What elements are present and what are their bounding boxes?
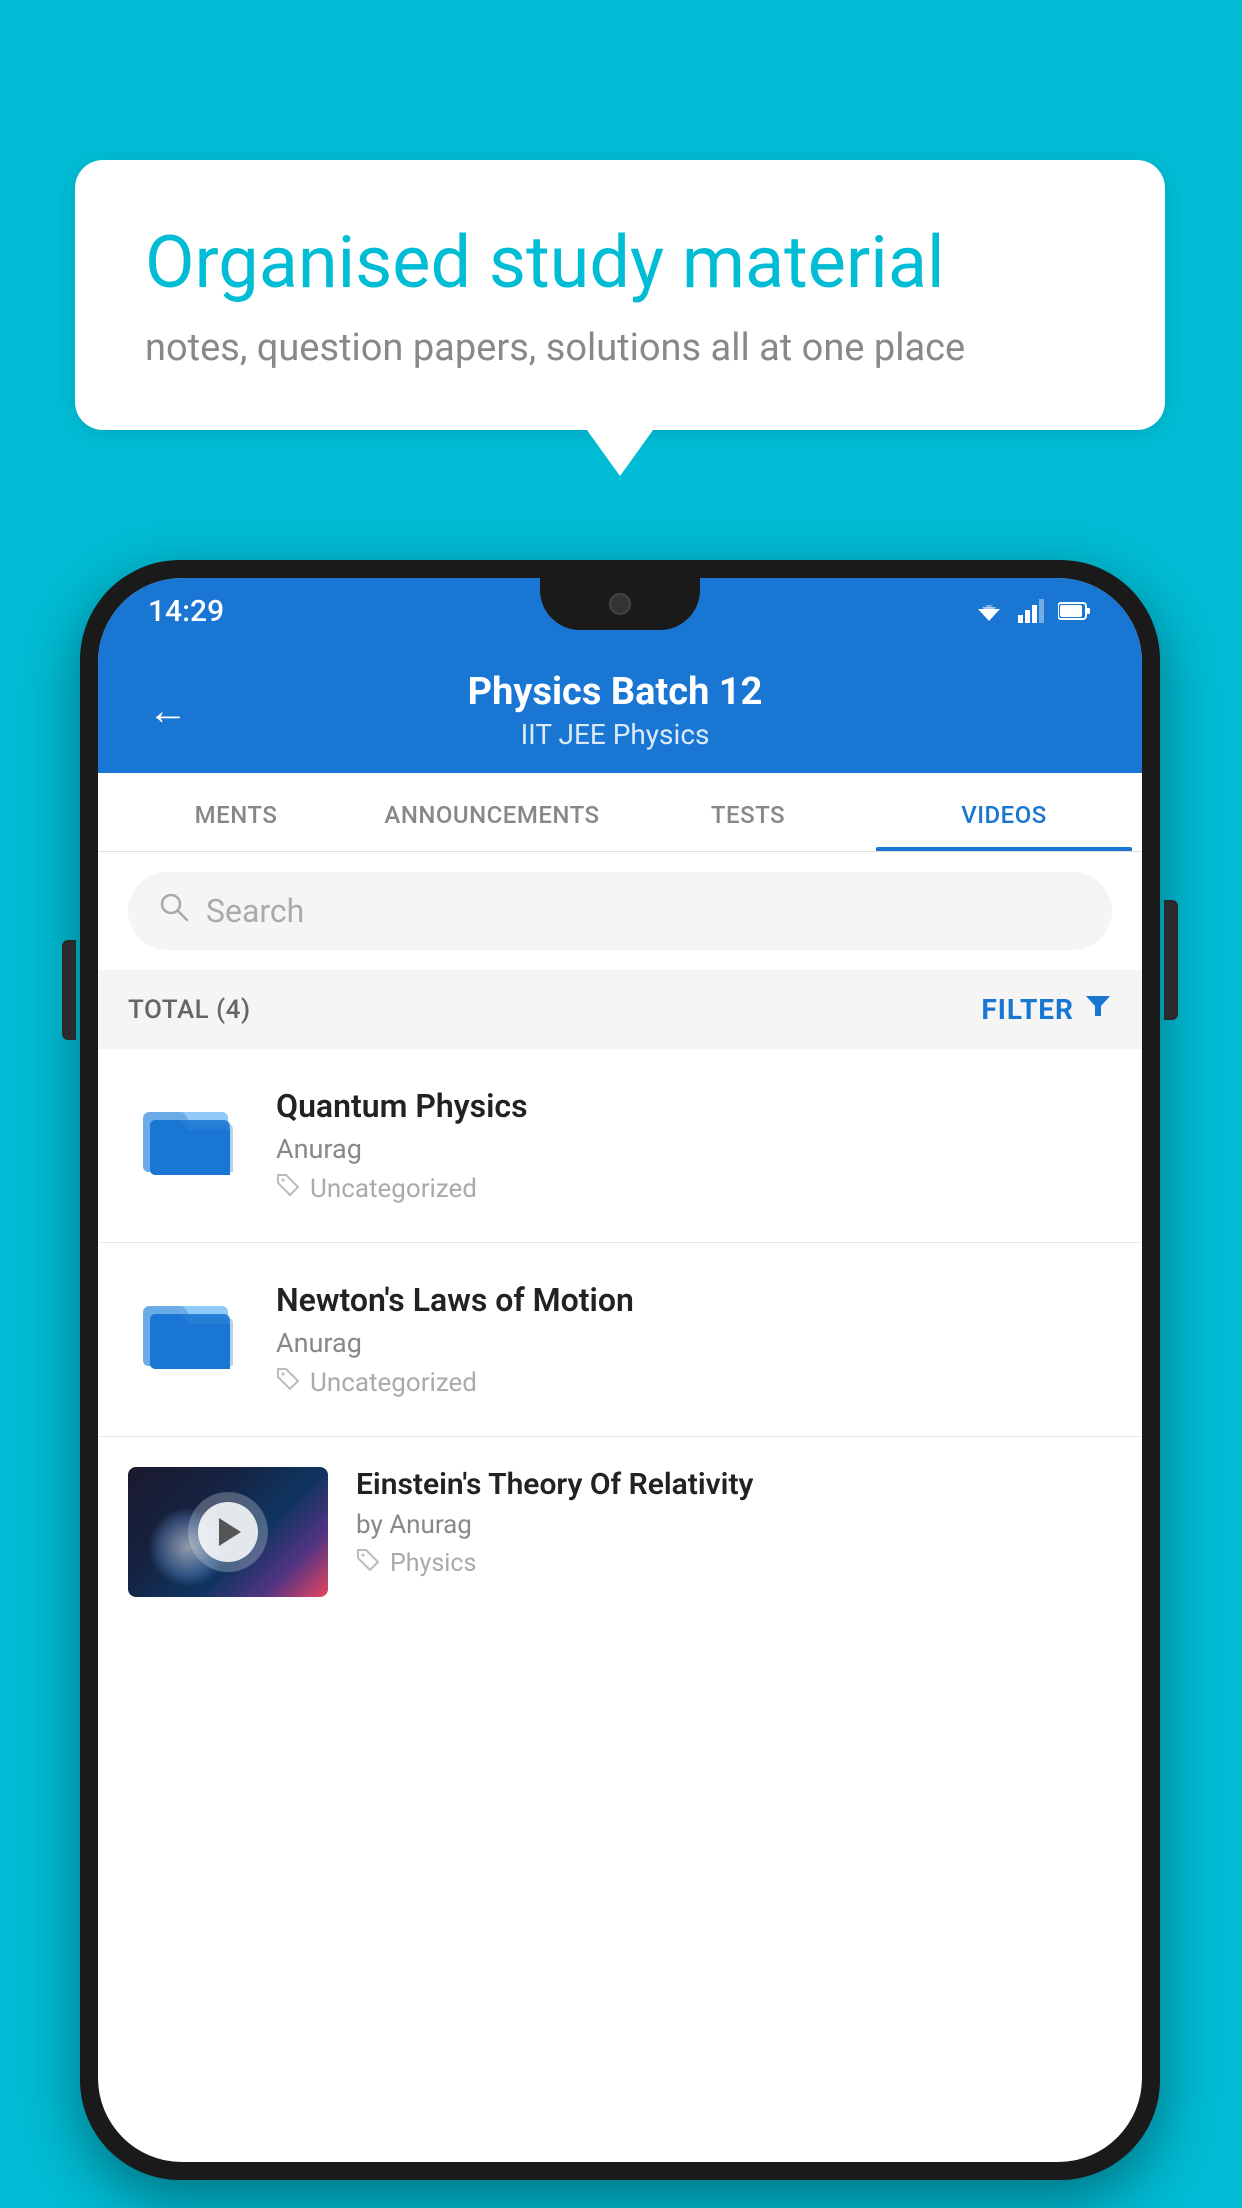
filter-bar: TOTAL (4) FILTER xyxy=(98,970,1142,1049)
item-tag-text: Uncategorized xyxy=(310,1368,477,1398)
tag-icon xyxy=(356,1548,380,1579)
tab-announcements[interactable]: ANNOUNCEMENTS xyxy=(364,773,620,851)
list-item[interactable]: Quantum Physics Anurag Uncategorized xyxy=(98,1049,1142,1243)
item-title: Einstein's Theory Of Relativity xyxy=(356,1467,1112,1502)
filter-button[interactable]: FILTER xyxy=(981,992,1112,1027)
filter-label: FILTER xyxy=(981,993,1074,1026)
item-thumbnail xyxy=(128,1281,248,1381)
play-triangle-icon xyxy=(219,1518,241,1546)
video-list: Quantum Physics Anurag Uncategorized xyxy=(98,1049,1142,1627)
bubble-subtitle: notes, question papers, solutions all at… xyxy=(145,326,1095,370)
item-author: Anurag xyxy=(276,1133,1112,1165)
phone-mockup: 14:29 xyxy=(80,560,1160,2180)
back-button[interactable]: ← xyxy=(148,687,188,734)
tab-ments[interactable]: MENTS xyxy=(108,773,364,851)
search-bar[interactable]: Search xyxy=(128,872,1112,950)
total-count: TOTAL (4) xyxy=(128,995,251,1025)
status-time: 14:29 xyxy=(148,594,224,629)
item-info: Newton's Laws of Motion Anurag Uncategor… xyxy=(276,1281,1112,1398)
item-info: Einstein's Theory Of Relativity by Anura… xyxy=(356,1467,1112,1579)
item-tag: Uncategorized xyxy=(276,1367,1112,1398)
folder-icon xyxy=(138,1090,238,1184)
speech-bubble-container: Organised study material notes, question… xyxy=(75,160,1165,430)
app-bar-title: Physics Batch 12 xyxy=(218,670,1012,714)
search-icon xyxy=(158,890,190,932)
wifi-icon xyxy=(974,599,1004,623)
bubble-title: Organised study material xyxy=(145,220,1095,306)
tabs-bar: MENTS ANNOUNCEMENTS TESTS VIDEOS xyxy=(98,773,1142,852)
phone-notch xyxy=(540,578,700,630)
list-item[interactable]: Newton's Laws of Motion Anurag Uncategor… xyxy=(98,1243,1142,1437)
camera-dot xyxy=(609,593,631,615)
filter-funnel-icon xyxy=(1084,992,1112,1027)
item-info: Quantum Physics Anurag Uncategorized xyxy=(276,1087,1112,1204)
phone-inner: 14:29 xyxy=(98,578,1142,2162)
play-button[interactable] xyxy=(198,1502,258,1562)
app-bar-subtitle: IIT JEE Physics xyxy=(218,718,1012,751)
search-container: Search xyxy=(98,852,1142,970)
item-title: Newton's Laws of Motion xyxy=(276,1281,1112,1319)
status-icons xyxy=(974,599,1092,623)
item-tag: Physics xyxy=(356,1548,1112,1579)
folder-icon xyxy=(138,1284,238,1378)
item-author: Anurag xyxy=(276,1327,1112,1359)
app-bar: ← Physics Batch 12 IIT JEE Physics xyxy=(98,644,1142,773)
item-tag-text: Uncategorized xyxy=(310,1174,477,1204)
signal-icon xyxy=(1018,599,1044,623)
list-item[interactable]: Einstein's Theory Of Relativity by Anura… xyxy=(98,1437,1142,1627)
speech-bubble: Organised study material notes, question… xyxy=(75,160,1165,430)
tab-videos[interactable]: VIDEOS xyxy=(876,773,1132,851)
video-thumbnail-image xyxy=(128,1467,328,1597)
tab-tests[interactable]: TESTS xyxy=(620,773,876,851)
item-title: Quantum Physics xyxy=(276,1087,1112,1125)
search-placeholder: Search xyxy=(206,892,304,930)
tag-icon xyxy=(276,1173,300,1204)
item-thumbnail xyxy=(128,1087,248,1187)
phone-outer: 14:29 xyxy=(80,560,1160,2180)
battery-icon xyxy=(1058,600,1092,622)
app-bar-titles: Physics Batch 12 IIT JEE Physics xyxy=(218,670,1012,751)
item-tag: Uncategorized xyxy=(276,1173,1112,1204)
tag-icon xyxy=(276,1367,300,1398)
item-author: by Anurag xyxy=(356,1510,1112,1540)
item-tag-text: Physics xyxy=(390,1549,476,1578)
